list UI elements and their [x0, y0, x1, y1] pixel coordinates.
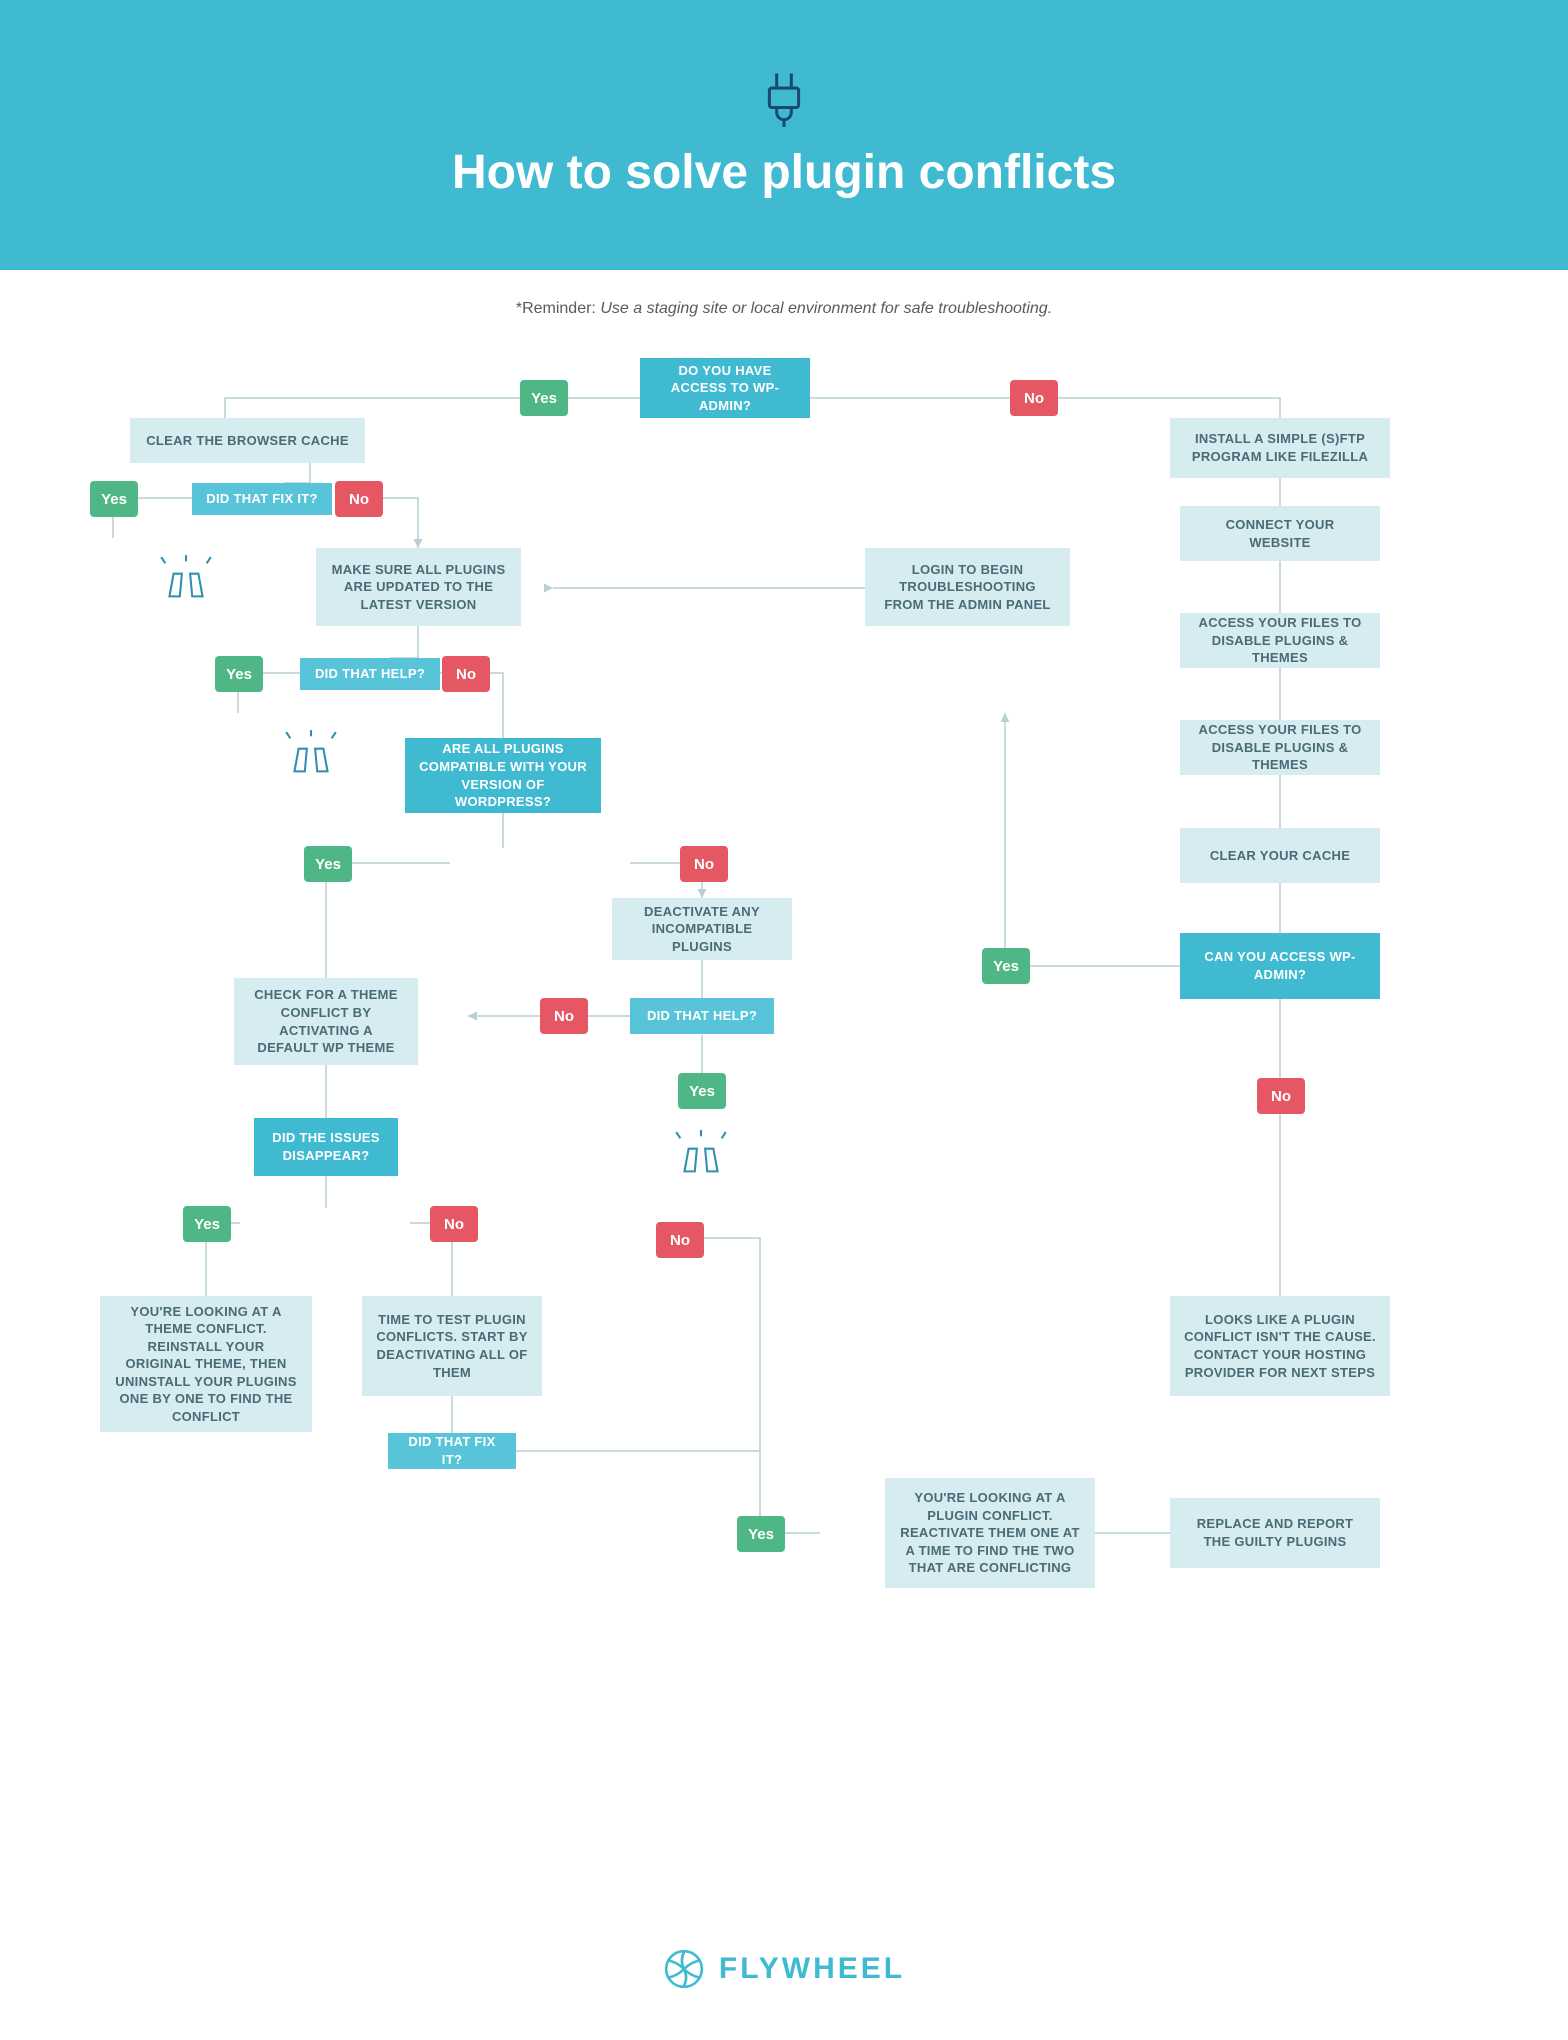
node-all-compatible: ARE ALL PLUGINS COMPATIBLE WITH YOUR VER…: [405, 738, 601, 813]
node-did-that-help-2: DID THAT HELP?: [630, 998, 774, 1034]
reminder-text: *Reminder: Use a staging site or local e…: [0, 300, 1568, 318]
node-access-files-1: ACCESS YOUR FILES TO DISABLE PLUGINS & T…: [1180, 613, 1380, 668]
node-install-sftp: INSTALL A SIMPLE (S)FTP PROGRAM LIKE FIL…: [1170, 418, 1390, 478]
node-replace-report: REPLACE AND REPORT THE GUILTY PLUGINS: [1170, 1498, 1380, 1568]
footer: FLYWHEEL: [0, 1918, 1568, 2040]
tag-no: No: [1010, 380, 1058, 416]
node-did-that-fix-1: DID THAT FIX IT?: [192, 483, 332, 515]
node-update-plugins: MAKE SURE ALL PLUGINS ARE UPDATED TO THE…: [316, 548, 521, 626]
node-clear-browser-cache: CLEAR THE BROWSER CACHE: [130, 418, 365, 463]
reminder-body: Use a staging site or local environment …: [600, 300, 1052, 317]
tag-no: No: [442, 656, 490, 692]
node-plugin-conflict-result: YOU'RE LOOKING AT A PLUGIN CONFLICT. REA…: [885, 1478, 1095, 1588]
node-test-plugin-conflicts: TIME TO TEST PLUGIN CONFLICTS. START BY …: [362, 1296, 542, 1396]
tag-yes: Yes: [183, 1206, 231, 1242]
flowchart-canvas: DO YOU HAVE ACCESS TO WP-ADMIN? Yes No C…: [0, 338, 1568, 1918]
tag-no: No: [335, 481, 383, 517]
node-deactivate-incompatible: DEACTIVATE ANY INCOMPATIBLE PLUGINS: [612, 898, 792, 960]
connector-lines: [0, 338, 1568, 1918]
tag-no: No: [1257, 1078, 1305, 1114]
tag-yes: Yes: [520, 380, 568, 416]
tag-yes: Yes: [678, 1073, 726, 1109]
tag-no: No: [430, 1206, 478, 1242]
cheers-icon: [280, 728, 342, 790]
node-did-that-help-1: DID THAT HELP?: [300, 658, 440, 690]
node-access-files-2: ACCESS YOUR FILES TO DISABLE PLUGINS & T…: [1180, 720, 1380, 775]
cheers-icon: [155, 553, 217, 615]
node-issues-disappear: DID THE ISSUES DISAPPEAR?: [254, 1118, 398, 1176]
node-did-that-fix-2: DID THAT FIX IT?: [388, 1433, 516, 1469]
node-clear-cache-2: CLEAR YOUR CACHE: [1180, 828, 1380, 883]
node-login-admin: LOGIN TO BEGIN TROUBLESHOOTING FROM THE …: [865, 548, 1070, 626]
node-can-access-wpadmin: CAN YOU ACCESS WP-ADMIN?: [1180, 933, 1380, 999]
node-connect-website: CONNECT YOUR WEBSITE: [1180, 506, 1380, 561]
tag-no: No: [540, 998, 588, 1034]
tag-yes: Yes: [737, 1516, 785, 1552]
header: How to solve plugin conflicts: [0, 0, 1568, 270]
node-access-wpadmin: DO YOU HAVE ACCESS TO WP-ADMIN?: [640, 358, 810, 418]
node-not-plugin-conflict: LOOKS LIKE A PLUGIN CONFLICT ISN'T THE C…: [1170, 1296, 1390, 1396]
footer-brand: FLYWHEEL: [719, 1952, 905, 1986]
tag-yes: Yes: [90, 481, 138, 517]
tag-yes: Yes: [215, 656, 263, 692]
node-theme-conflict-result: YOU'RE LOOKING AT A THEME CONFLICT. REIN…: [100, 1296, 312, 1432]
reminder-label: *Reminder:: [516, 300, 596, 317]
tag-no: No: [656, 1222, 704, 1258]
page-title: How to solve plugin conflicts: [452, 145, 1116, 200]
node-theme-check: CHECK FOR A THEME CONFLICT BY ACTIVATING…: [234, 978, 418, 1065]
tag-yes: Yes: [982, 948, 1030, 984]
plug-icon: [759, 71, 809, 127]
tag-yes: Yes: [304, 846, 352, 882]
flywheel-logo-icon: [663, 1948, 705, 1990]
tag-no: No: [680, 846, 728, 882]
cheers-icon: [670, 1128, 732, 1190]
